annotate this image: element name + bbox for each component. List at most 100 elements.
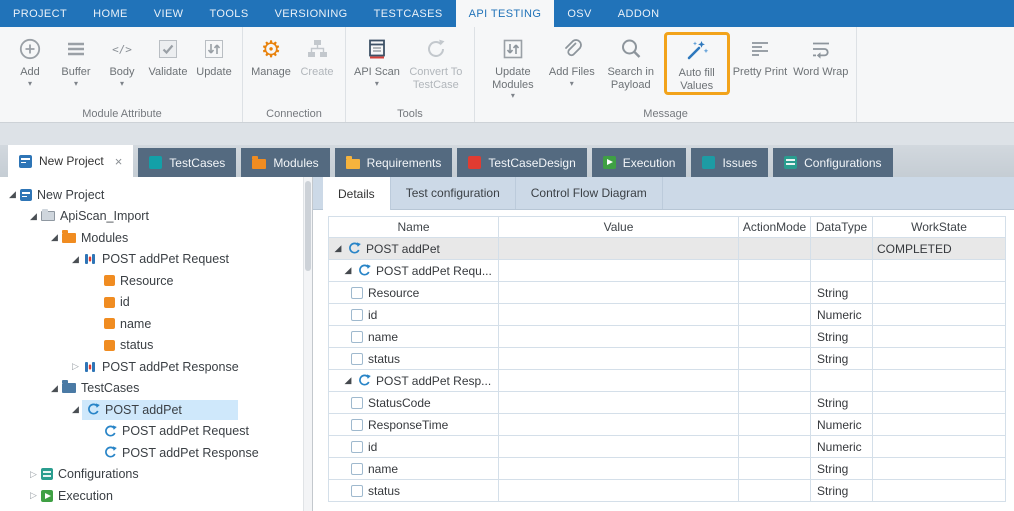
expander-icon[interactable]: ◢	[343, 265, 353, 276]
update-modules-button[interactable]: Update Modules ▾	[480, 32, 546, 102]
tree-item-post-addpet[interactable]: ◢ POST addPet	[0, 399, 312, 421]
cell-actionmode[interactable]	[739, 480, 811, 502]
cell-name[interactable]: ◢ POST addPet Requ...	[329, 260, 499, 282]
body-button[interactable]: </> Body ▾	[99, 32, 145, 90]
cell-datatype[interactable]: String	[811, 282, 873, 304]
word-wrap-button[interactable]: Word Wrap	[790, 32, 851, 81]
cell-datatype[interactable]	[811, 260, 873, 282]
dropdown-caret-icon[interactable]: ▾	[28, 80, 32, 88]
cell-actionmode[interactable]	[739, 436, 811, 458]
cell-value[interactable]	[499, 480, 739, 502]
cell-workstate[interactable]	[873, 392, 1006, 414]
expander-icon[interactable]: ◢	[27, 211, 40, 222]
tree-item-resource[interactable]: ▷ Resource	[0, 270, 312, 292]
cell-actionmode[interactable]	[739, 414, 811, 436]
cell-value[interactable]	[499, 238, 739, 260]
tree-item-testcases[interactable]: ◢ TestCases	[0, 378, 312, 400]
tab-control-flow-diagram[interactable]: Control Flow Diagram	[516, 177, 663, 209]
manage-button[interactable]: ⚙ Manage	[248, 32, 294, 81]
search-in-payload-button[interactable]: Search in Payload	[598, 32, 664, 93]
scrollbar-thumb[interactable]	[305, 181, 311, 271]
cell-workstate[interactable]	[873, 348, 1006, 370]
close-icon[interactable]: ×	[115, 154, 123, 169]
menu-tab-tools[interactable]: TOOLS	[196, 0, 261, 27]
menu-tab-view[interactable]: VIEW	[141, 0, 197, 27]
column-header-datatype[interactable]: DataType	[811, 217, 873, 238]
auto-fill-values-button[interactable]: Auto fill Values	[664, 32, 730, 95]
cell-name[interactable]: status	[329, 480, 499, 502]
checkbox[interactable]	[351, 485, 363, 497]
cell-value[interactable]	[499, 282, 739, 304]
cell-value[interactable]	[499, 260, 739, 282]
cell-name[interactable]: id	[329, 304, 499, 326]
cell-workstate[interactable]: COMPLETED	[873, 238, 1006, 260]
expander-icon[interactable]: ▷	[69, 361, 82, 372]
doc-tab-modules[interactable]: Modules	[241, 148, 329, 177]
cell-actionmode[interactable]	[739, 392, 811, 414]
checkbox[interactable]	[351, 463, 363, 475]
cell-workstate[interactable]	[873, 436, 1006, 458]
checkbox[interactable]	[351, 419, 363, 431]
doc-tab-testcasedesign[interactable]: TestCaseDesign	[457, 148, 586, 177]
expander-icon[interactable]: ◢	[48, 383, 61, 394]
cell-name[interactable]: name	[329, 458, 499, 480]
cell-name[interactable]: status	[329, 348, 499, 370]
cell-workstate[interactable]	[873, 370, 1006, 392]
cell-name[interactable]: ◢ POST addPet Resp...	[329, 370, 499, 392]
cell-workstate[interactable]	[873, 414, 1006, 436]
tree-item-post-addpet-response[interactable]: ▷ POST addPet Response	[0, 356, 312, 378]
cell-datatype[interactable]	[811, 370, 873, 392]
cell-datatype[interactable]	[811, 238, 873, 260]
dropdown-caret-icon[interactable]: ▾	[375, 80, 379, 88]
cell-actionmode[interactable]	[739, 282, 811, 304]
menu-tab-project[interactable]: PROJECT	[0, 0, 80, 27]
checkbox[interactable]	[351, 287, 363, 299]
cell-value[interactable]	[499, 348, 739, 370]
tab-test-configuration[interactable]: Test configuration	[391, 177, 516, 209]
column-header-value[interactable]: Value	[499, 217, 739, 238]
cell-actionmode[interactable]	[739, 348, 811, 370]
cell-actionmode[interactable]	[739, 326, 811, 348]
cell-workstate[interactable]	[873, 260, 1006, 282]
tree-item-post-addpet-response-tc[interactable]: ▷ POST addPet Response	[0, 442, 312, 464]
cell-datatype[interactable]: String	[811, 480, 873, 502]
menu-tab-osv[interactable]: OSV	[554, 0, 604, 27]
expander-icon[interactable]: ▷	[27, 469, 40, 480]
tree-item-apiscan-import[interactable]: ◢ ApiScan_Import	[0, 206, 312, 228]
cell-value[interactable]	[499, 436, 739, 458]
cell-name[interactable]: ◢ POST addPet	[329, 238, 499, 260]
menu-tab-versioning[interactable]: VERSIONING	[262, 0, 361, 27]
convert-to-testcase-button[interactable]: Convert To TestCase	[403, 32, 469, 93]
add-files-button[interactable]: Add Files ▾	[546, 32, 598, 90]
update-button[interactable]: Update	[191, 32, 237, 81]
cell-workstate[interactable]	[873, 458, 1006, 480]
expander-icon[interactable]: ◢	[6, 189, 19, 200]
expander-icon[interactable]: ◢	[69, 254, 82, 265]
cell-actionmode[interactable]	[739, 458, 811, 480]
cell-datatype[interactable]: String	[811, 348, 873, 370]
pretty-print-button[interactable]: Pretty Print	[730, 32, 790, 81]
tree-item-id[interactable]: ▷ id	[0, 292, 312, 314]
tree-item-status[interactable]: ▷ status	[0, 335, 312, 357]
cell-datatype[interactable]: Numeric	[811, 436, 873, 458]
cell-value[interactable]	[499, 370, 739, 392]
cell-datatype[interactable]: Numeric	[811, 414, 873, 436]
tree-item-configurations[interactable]: ▷ Configurations	[0, 464, 312, 486]
cell-actionmode[interactable]	[739, 304, 811, 326]
column-header-workstate[interactable]: WorkState	[873, 217, 1006, 238]
dropdown-caret-icon[interactable]: ▾	[511, 92, 515, 100]
expander-icon[interactable]: ▷	[27, 490, 40, 501]
expander-icon[interactable]: ◢	[48, 232, 61, 243]
doc-tab-requirements[interactable]: Requirements	[335, 148, 453, 177]
cell-value[interactable]	[499, 304, 739, 326]
tree-scrollbar[interactable]	[303, 177, 312, 511]
checkbox[interactable]	[351, 441, 363, 453]
cell-workstate[interactable]	[873, 304, 1006, 326]
tree-item-post-addpet-request-tc[interactable]: ▷ POST addPet Request	[0, 421, 312, 443]
doc-tab-execution[interactable]: Execution	[592, 148, 687, 177]
buffer-button[interactable]: Buffer ▾	[53, 32, 99, 90]
cell-value[interactable]	[499, 414, 739, 436]
cell-actionmode[interactable]	[739, 260, 811, 282]
tab-details[interactable]: Details	[323, 177, 391, 210]
expander-icon[interactable]: ◢	[69, 404, 82, 415]
